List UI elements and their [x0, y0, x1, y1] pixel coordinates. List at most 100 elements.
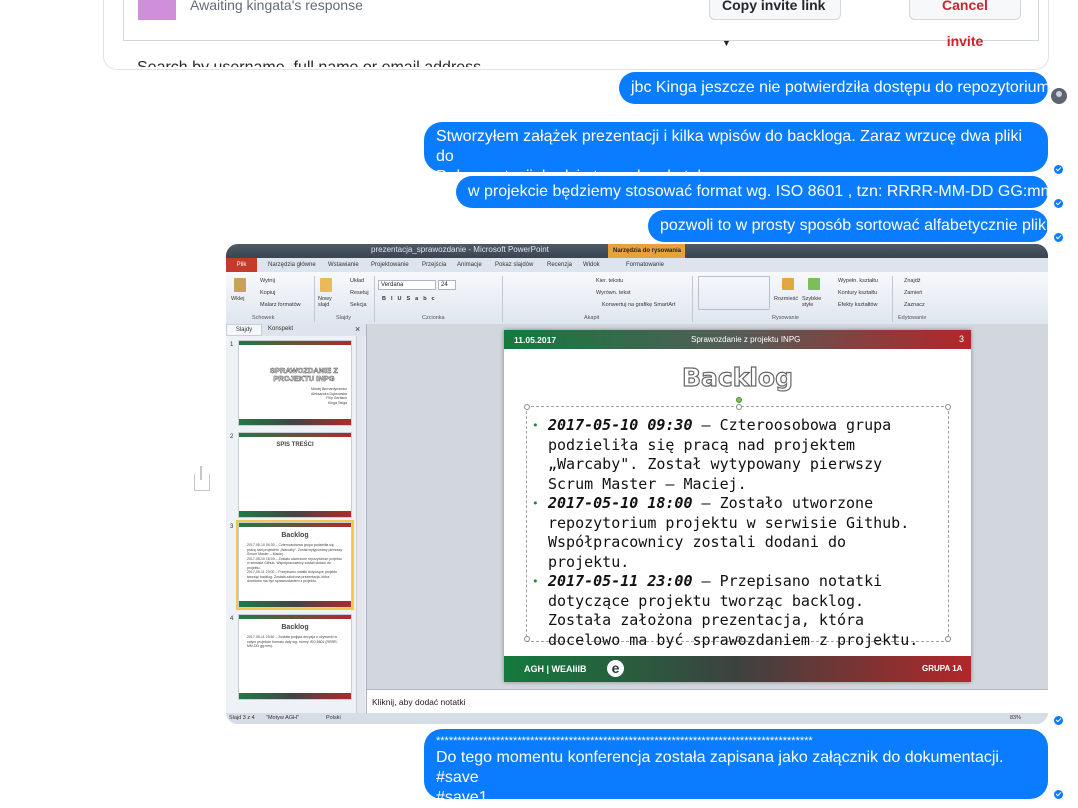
slide-header-bar: 11.05.2017 Sprawozdanie z projektu INPG … — [504, 330, 971, 349]
thumb-title: Backlog — [281, 532, 309, 539]
bullet-item: 2017-05-11 23:00 – Przepisano notatki do… — [532, 572, 924, 650]
slide-thumbnail: Backlog 2017-05-11 23:50 – Została podję… — [238, 614, 352, 700]
e-logo-icon: e — [607, 660, 624, 677]
ribbon-label: Wklej — [231, 296, 245, 302]
cancel-invite-button[interactable]: Cancel invite — [909, 0, 1021, 49]
pane-tab-outline: Konspekt — [268, 326, 294, 332]
avatar — [138, 0, 176, 20]
ppt-tab: Recenzja — [547, 262, 573, 268]
ribbon-label: Efekty kształtów — [838, 302, 878, 308]
read-receipt-icon — [1054, 199, 1063, 208]
message-text: w projekcie będziemy stosować format wg.… — [468, 183, 1054, 200]
scrollbar — [356, 336, 365, 714]
ppt-tab: Pokaz slajdów — [495, 262, 534, 268]
read-receipt-icon — [1054, 233, 1063, 242]
invite-status: Awaiting kingata's response — [190, 0, 363, 13]
thumb-line: 2017-05-10 09:30 – Czteroosobowa grupa p… — [247, 543, 343, 556]
read-receipt-icon — [1054, 165, 1063, 174]
footer-left: AGH | WEAIiIB — [524, 664, 587, 674]
thumb-title: SPIS TREŚCI — [276, 442, 314, 448]
ribbon-label: Znajdź — [904, 278, 921, 284]
slide-bullets: 2017-05-10 09:30 – Czteroosobowa grupa p… — [532, 416, 924, 650]
ppt-tab: Narzędzia główne — [268, 262, 316, 268]
ribbon-group-label: Czcionka — [422, 315, 445, 321]
quick-styles-icon — [808, 278, 820, 290]
ribbon-label: Zaznacz — [904, 302, 925, 308]
slide-footer-bar: AGH | WEAIiIB e GRUPA 1A — [504, 656, 971, 682]
search-input[interactable]: Search by username, full name or email a… — [137, 58, 481, 67]
message-text: Do tego momentu konferencja została zapi… — [436, 749, 1004, 786]
context-tab-label: Narzędzia do rysowania — [613, 248, 682, 254]
ppt-file-tab: Plik — [226, 258, 257, 272]
message-bubble: jbc Kinga jeszcze nie potwierdziła dostę… — [619, 72, 1050, 104]
copy-invite-label: Copy invite link — [722, 0, 826, 13]
ppt-tab: Projektowanie — [371, 262, 409, 268]
ribbon-divider — [314, 276, 315, 322]
slide-date: 11.05.2017 — [514, 335, 557, 345]
ribbon-label: Układ — [350, 278, 365, 284]
status-zoom: 83% — [1010, 715, 1022, 721]
font-size-field: 24 — [438, 280, 456, 290]
slide-number: 3 — [959, 334, 965, 344]
read-receipt-icon — [1054, 716, 1063, 725]
slide-thumbnail: Backlog 2017-05-10 09:30 – Czteroosobowa… — [236, 520, 354, 610]
ribbon-label: Szybkie style — [802, 296, 822, 308]
thumb-line: 2017-05-11 23:00 – Przepisano notatki do… — [247, 570, 338, 583]
ppt-tab: Przejścia — [422, 262, 447, 268]
slide-thumbnail: SPRAWOZDANIE Z PROJEKTU INPG Maciej Bern… — [238, 340, 352, 426]
slide-header: Sprawozdanie z projektu INPG — [691, 335, 801, 344]
status-language: Polski — [326, 715, 341, 721]
ribbon-divider — [502, 276, 503, 322]
ribbon-label: Nowy slajd — [318, 296, 332, 308]
message-text: ****************************************… — [436, 735, 813, 747]
slide-title: Backlog — [681, 362, 793, 392]
ribbon-group-label: Edytowanie — [898, 315, 927, 321]
ppt-window-title: prezentacja_sprawozdanie - Microsoft Pow… — [371, 245, 549, 254]
ribbon-group-label: Schowek — [252, 315, 275, 321]
status-theme: "Motyw AGH" — [266, 715, 299, 721]
thumb-number: 1 — [230, 342, 234, 348]
paste-icon — [234, 278, 246, 292]
copy-invite-link-button[interactable]: Copy invite link ▼ — [709, 0, 841, 48]
slide: 11.05.2017 Sprawozdanie z projektu INPG … — [504, 330, 971, 682]
ribbon-divider — [892, 276, 893, 322]
share-icon[interactable] — [194, 466, 210, 491]
bullet-time: 2017-05-10 09:30 — [548, 416, 693, 434]
ribbon-label: Konwertuj na grafikę SmartArt — [602, 302, 676, 308]
shapes-gallery — [698, 276, 770, 310]
ribbon-label: Wytnij — [260, 278, 275, 284]
avatar — [1051, 88, 1067, 104]
message-bubble: ****************************************… — [424, 729, 1048, 806]
thumb-title: Backlog — [281, 624, 309, 631]
arrange-icon — [782, 278, 794, 290]
bullet-item: 2017-05-10 18:00 – Zostało utworzone rep… — [532, 494, 924, 572]
new-slide-icon — [320, 278, 332, 292]
pane-tab-slides: Slajdy — [226, 324, 262, 336]
ppt-tabs: Narzędzia główne Wstawianie Projektowani… — [226, 258, 1048, 272]
ribbon-group-label: Slajdy — [336, 315, 351, 321]
resize-handle — [736, 404, 742, 410]
image-attachment[interactable]: prezentacja_sprawozdanie - Microsoft Pow… — [226, 244, 1048, 724]
thumb-line: Kinga Teliga — [327, 400, 347, 405]
message-text: jbc Kinga jeszcze nie potwierdziła dostę… — [631, 79, 1050, 96]
message-text: pozwoli to w prosty sposób sortować alfa… — [660, 217, 1050, 234]
ppt-tab: Wstawianie — [328, 262, 359, 268]
font-format-icons: BIUSabc — [382, 296, 440, 302]
bullet-time: 2017-05-10 18:00 — [548, 494, 693, 512]
footer-right: GRUPA 1A — [922, 664, 963, 673]
ribbon-group-label: Akapit — [584, 315, 600, 321]
pane-tabs: Slajdy Konspekt × — [226, 324, 366, 336]
thumb-line: 2017-05-11 23:50 – Została podjęta decyz… — [247, 635, 338, 648]
caret-down-icon: ▼ — [722, 38, 731, 48]
rotate-handle — [736, 397, 742, 403]
read-receipt-icon — [1054, 790, 1063, 799]
message-bubble: pozwoli to w prosty sposób sortować alfa… — [648, 210, 1050, 242]
message-text: Stworzyłem załążek prezentacji i kilka w… — [436, 128, 1023, 165]
ribbon-label: Sekcja — [350, 302, 367, 308]
ribbon-label: Kontury kształtu — [838, 290, 878, 296]
ribbon-label: Kopiuj — [260, 290, 276, 296]
notes-placeholder: Kliknij, aby dodać notatki — [372, 697, 466, 707]
ppt-tab: Animacje — [457, 262, 482, 268]
resize-handle — [524, 404, 530, 410]
ribbon-divider — [692, 276, 693, 322]
